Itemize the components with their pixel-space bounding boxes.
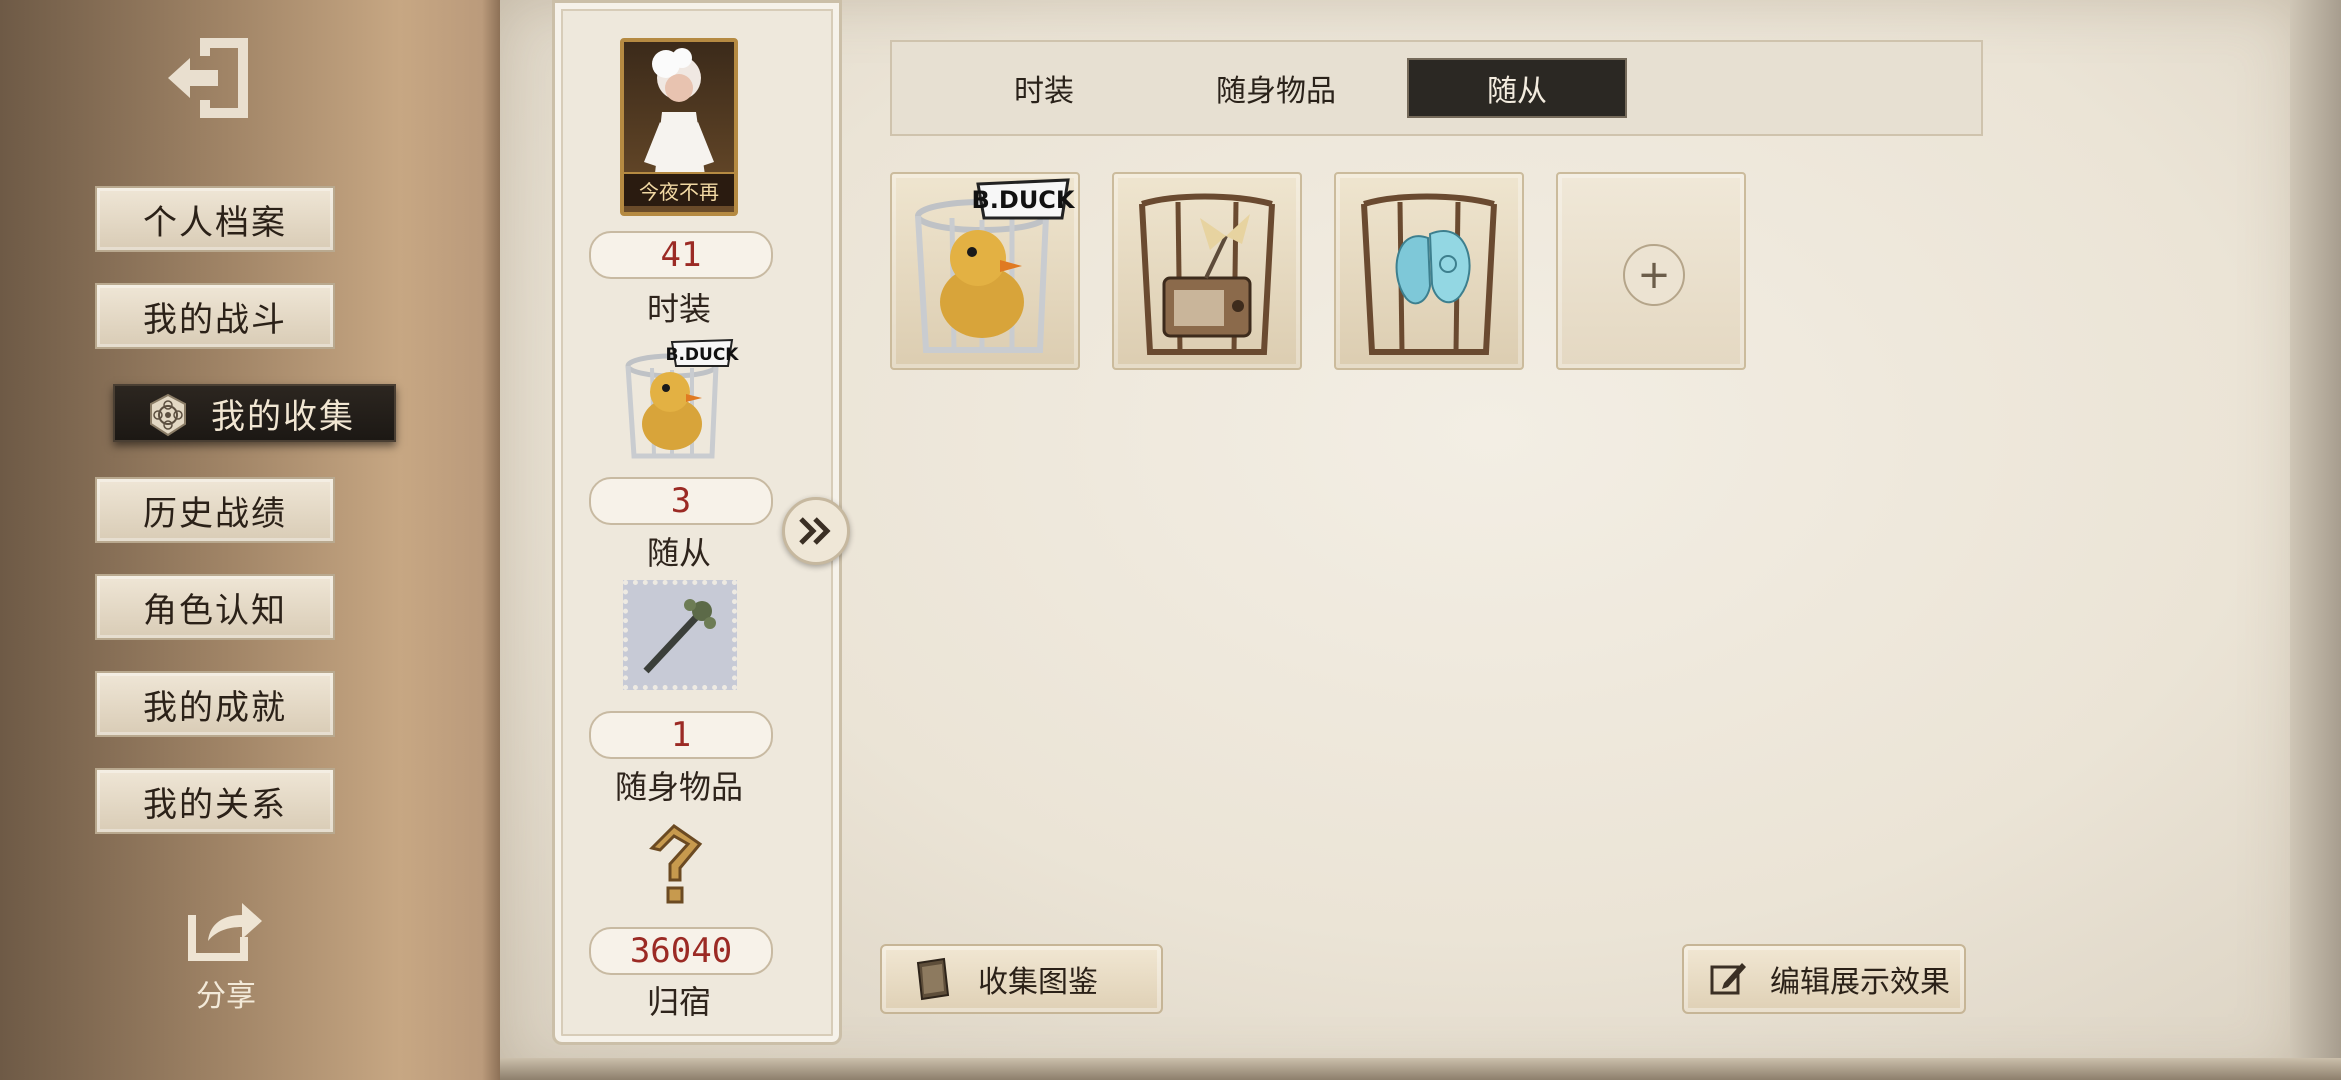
home-label: 归宿 xyxy=(646,983,711,1021)
flower-badge-icon xyxy=(150,393,186,437)
sidebar-item-label: 我的成就 xyxy=(143,687,287,728)
category-tabs: 时装 随身物品 随从 xyxy=(890,40,1983,136)
collection-catalog-button[interactable]: 收集图鉴 xyxy=(880,944,1163,1014)
sidebar-item-label: 我的收集 xyxy=(211,396,355,437)
home-count: 36040 xyxy=(589,927,773,975)
butterfly-pet-icon xyxy=(1361,193,1497,355)
sidebar-item-label: 我的关系 xyxy=(143,784,287,825)
pet-label: 随从 xyxy=(646,534,711,572)
share-button[interactable]: 分享 xyxy=(176,895,276,1025)
book-icon xyxy=(916,957,950,1001)
fashion-count: 41 xyxy=(589,231,773,279)
sidebar: 个人档案 我的战斗 我的收集 历史战绩 角色认知 我的成就 我的关系 分享 xyxy=(0,0,500,1080)
pet-slot-radio-fan[interactable] xyxy=(1112,172,1302,370)
pet-thumbnail[interactable]: B.DUCK xyxy=(610,336,745,466)
portrait-caption: 今夜不再 xyxy=(624,172,734,206)
radio-fan-pet-icon xyxy=(1139,193,1275,355)
fashion-portrait[interactable]: 今夜不再 xyxy=(620,38,738,216)
add-slot-icon: + xyxy=(1623,244,1685,306)
item-stamp-thumbnail[interactable] xyxy=(623,580,737,690)
sidebar-item-relations[interactable]: 我的关系 xyxy=(95,768,335,834)
edit-pencil-icon xyxy=(1710,963,1746,995)
add-pet-slot[interactable]: + xyxy=(1556,172,1746,370)
sidebar-item-history[interactable]: 历史战绩 xyxy=(95,477,335,543)
slot-caption: B.DUCK xyxy=(971,186,1075,214)
expand-chevron-icon[interactable] xyxy=(782,497,850,565)
sidebar-item-character-knowledge[interactable]: 角色认知 xyxy=(95,574,335,640)
character-portrait-icon xyxy=(644,48,714,182)
sidebar-item-battles[interactable]: 我的战斗 xyxy=(95,283,335,349)
sidebar-item-label: 我的战斗 xyxy=(143,299,287,340)
paper-bottom-edge xyxy=(500,1058,2341,1080)
bduck-pet-icon: B.DUCK xyxy=(915,178,1076,353)
sidebar-item-label: 历史战绩 xyxy=(143,493,287,534)
sidebar-item-label: 个人档案 xyxy=(143,202,287,243)
sidebar-item-achievements[interactable]: 我的成就 xyxy=(95,671,335,737)
edit-display-button[interactable]: 编辑展示效果 xyxy=(1682,944,1966,1014)
pet-count: 3 xyxy=(589,477,773,525)
fashion-label: 时装 xyxy=(646,290,711,328)
sidebar-item-collection[interactable]: 我的收集 xyxy=(113,384,396,442)
collection-catalog-label: 收集图鉴 xyxy=(978,965,1098,1000)
edit-display-label: 编辑展示效果 xyxy=(1770,965,1950,1000)
share-icon xyxy=(188,903,262,961)
tab-fashion[interactable]: 时装 xyxy=(934,58,1154,118)
home-thumbnail[interactable] xyxy=(636,820,716,912)
pet-slot-butterfly[interactable] xyxy=(1334,172,1524,370)
item-count: 1 xyxy=(589,711,773,759)
pet-slot-bduck[interactable]: B.DUCK xyxy=(890,172,1080,370)
tab-carry-items[interactable]: 随身物品 xyxy=(1166,58,1386,118)
bduck-cage-icon: B.DUCK xyxy=(625,338,740,459)
share-label: 分享 xyxy=(196,979,256,1014)
item-label: 随身物品 xyxy=(614,768,743,806)
question-mark-icon xyxy=(649,824,703,904)
sidebar-item-profile[interactable]: 个人档案 xyxy=(95,186,335,252)
paper-edge xyxy=(2290,0,2341,1080)
sidebar-item-label: 角色认知 xyxy=(143,590,287,631)
exit-icon[interactable] xyxy=(160,28,260,128)
pet-thumbnail-caption: B.DUCK xyxy=(666,345,740,365)
staff-item-icon xyxy=(643,599,716,674)
tab-pets[interactable]: 随从 xyxy=(1407,58,1627,118)
